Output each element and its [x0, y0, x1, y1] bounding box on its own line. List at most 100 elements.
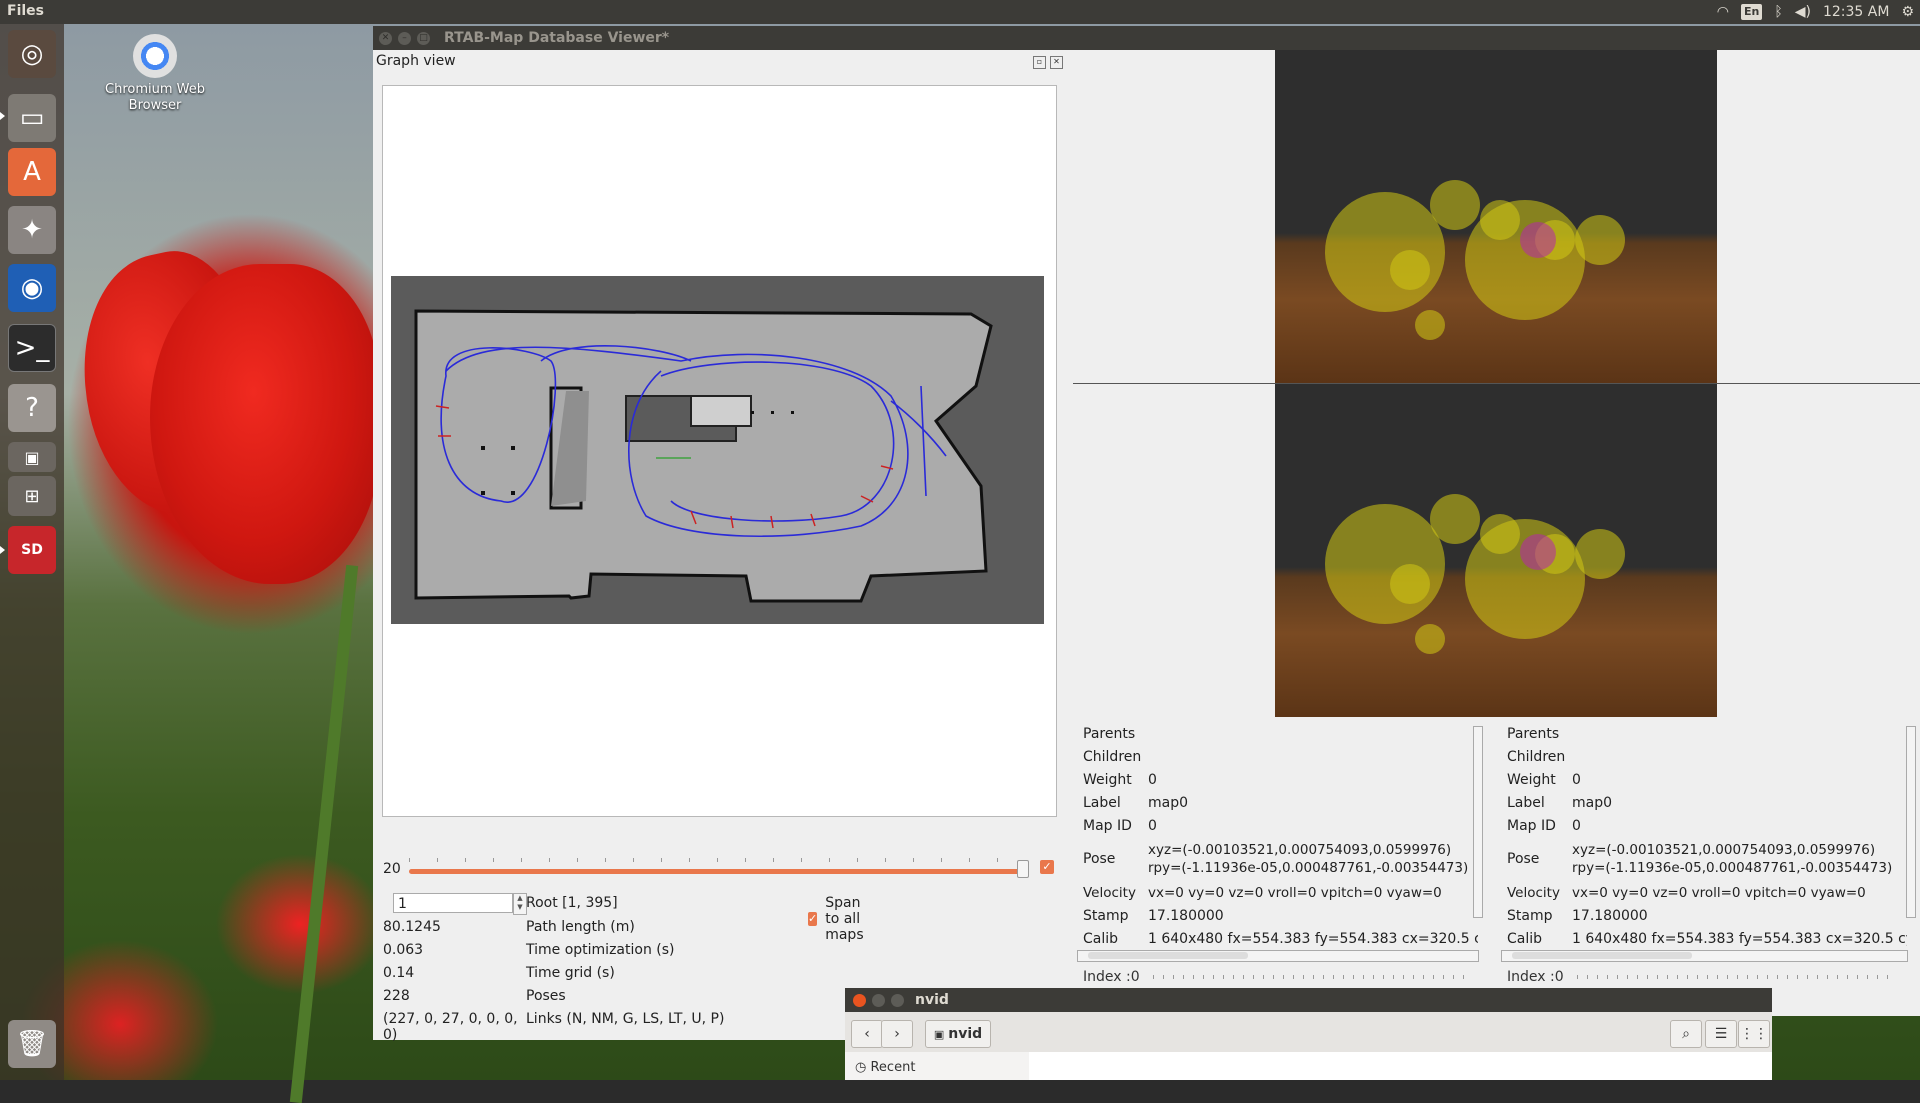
sd-card-icon[interactable]: SD	[8, 526, 56, 574]
close-icon[interactable]	[853, 994, 866, 1007]
clock[interactable]: 12:35 AM	[1823, 0, 1889, 24]
window-titlebar[interactable]: ✕ – □ RTAB-Map Database Viewer*	[373, 26, 1920, 50]
root-spinbox-arrows-icon[interactable]: ▲ ▼	[513, 893, 527, 915]
info-value: xyz=(-0.00103521,0.000754093,0.0599976)	[1572, 842, 1876, 858]
graph-slider[interactable]	[409, 869, 1023, 874]
files-window: nvid ‹ › ▣ nvid ⌕ ☰ ⋮⋮ ◷ Recent	[845, 988, 1772, 1080]
index-label: Index :0	[1083, 969, 1140, 985]
folder-icon: ▣	[933, 1027, 945, 1041]
firefox-icon[interactable]: ◉	[8, 264, 56, 312]
stat-label: Path length (m)	[526, 919, 635, 935]
info-value: 0	[1148, 772, 1157, 788]
files-icon[interactable]: ▭	[8, 94, 56, 142]
minimize-icon[interactable]: –	[398, 31, 411, 45]
clock-icon: ◷	[855, 1060, 867, 1075]
desktop-icon-label: Chromium Web Browser	[105, 82, 205, 113]
maximize-icon[interactable]	[891, 994, 904, 1007]
back-icon[interactable]: ‹	[851, 1020, 883, 1048]
rgb-image-bottom	[1275, 384, 1717, 717]
rtabmap-window: ✕ – □ RTAB-Map Database Viewer* Graph vi…	[373, 26, 1920, 1043]
stat-label: Time grid (s)	[526, 965, 615, 981]
list-view-icon[interactable]: ☰	[1705, 1020, 1737, 1048]
keyboard-layout-indicator[interactable]: En	[1740, 4, 1763, 20]
help-icon[interactable]: ?	[8, 384, 56, 432]
info-value: rpy=(-1.11936e-05,0.000487761,-0.0035447…	[1572, 860, 1893, 876]
close-icon[interactable]: ✕	[379, 31, 392, 45]
grid-view-icon[interactable]: ⋮⋮	[1738, 1020, 1770, 1048]
info-value: 0	[1572, 772, 1581, 788]
ubuntu-dash-icon[interactable]: ◎	[8, 30, 56, 78]
sidebar-item-label: Recent	[870, 1060, 916, 1075]
search-icon[interactable]: ⌕	[1670, 1020, 1702, 1048]
path-bar-button[interactable]: ▣ nvid	[925, 1020, 991, 1048]
graph-canvas[interactable]	[382, 85, 1057, 817]
info-scrollbar-vertical[interactable]	[1906, 726, 1916, 918]
info-key: Calib	[1507, 931, 1543, 947]
info-key: Map ID	[1083, 818, 1132, 834]
info-value: map0	[1572, 795, 1613, 811]
stat-value: 0.063	[383, 942, 424, 958]
info-value: 17.180000	[1148, 908, 1224, 924]
workspace-switcher-icon[interactable]: ⊞	[8, 476, 56, 516]
image-view-top[interactable]	[1073, 50, 1920, 383]
disk-icon[interactable]: ▣	[8, 442, 56, 472]
info-value: 0	[1148, 818, 1157, 834]
info-key: Map ID	[1507, 818, 1556, 834]
system-tray: ◠ En ᛒ ◀) 12:35 AM ⚙	[1717, 0, 1914, 24]
files-content[interactable]	[1029, 1052, 1772, 1080]
info-value: 1 640x480 fx=554.383 fy=554.383 cx=320.5…	[1148, 931, 1478, 947]
stat-value: 0.14	[383, 965, 415, 981]
occupancy-map[interactable]	[391, 276, 1044, 624]
poppy-stem	[289, 564, 359, 1103]
index-slider-row[interactable]: Index :0	[1083, 969, 1473, 985]
info-key: Children	[1507, 749, 1566, 765]
minimize-icon[interactable]	[872, 994, 885, 1007]
terminal-icon[interactable]: >_	[8, 324, 56, 372]
dock-title: Graph view	[376, 53, 456, 69]
node-info-left: Parents Children Weight 0 Label map0 Map I…	[1073, 718, 1487, 998]
settings-icon[interactable]: ⚙	[1901, 0, 1914, 24]
volume-icon[interactable]: ◀)	[1795, 0, 1811, 24]
index-slider[interactable]	[1153, 975, 1473, 979]
info-key: Weight	[1507, 772, 1556, 788]
forward-icon[interactable]: ›	[881, 1020, 913, 1048]
wifi-icon[interactable]: ◠	[1717, 0, 1729, 24]
info-key: Label	[1507, 795, 1545, 811]
info-value: xyz=(-0.00103521,0.000754093,0.0599976)	[1148, 842, 1452, 858]
info-value: vx=0 vy=0 vz=0 vroll=0 vpitch=0 vyaw=0	[1572, 885, 1866, 901]
info-key: Stamp	[1507, 908, 1553, 924]
graph-slider-handle[interactable]	[1017, 860, 1029, 878]
info-scrollbar-horizontal[interactable]	[1077, 950, 1479, 962]
info-scrollbar-vertical[interactable]	[1473, 726, 1483, 918]
image-view-bottom[interactable]	[1073, 384, 1920, 741]
stat-value: 80.1245	[383, 919, 441, 935]
root-spinbox-input[interactable]: 1	[393, 893, 513, 913]
trash-icon[interactable]: 🗑	[8, 1020, 56, 1068]
desktop-icon-chromium[interactable]: Chromium Web Browser	[95, 34, 215, 114]
info-key: Label	[1083, 795, 1121, 811]
maximize-icon[interactable]: □	[417, 31, 430, 45]
rgb-image-top	[1275, 50, 1717, 383]
poppy-petal	[150, 264, 380, 584]
launcher: ◎ ▭ A ✦ ◉ >_ ? ▣ ⊞ SD 🗑	[0, 24, 64, 1080]
index-slider-row[interactable]: Index :0	[1507, 969, 1897, 985]
info-value: 17.180000	[1572, 908, 1648, 924]
info-key: Parents	[1083, 726, 1136, 742]
info-key: Weight	[1083, 772, 1132, 788]
index-slider[interactable]	[1577, 975, 1897, 979]
graph-view-dock: Graph view ▫ ✕ 20 ✓ 1 ▲ ▼ Root [1, 395] …	[373, 50, 1073, 1043]
info-scrollbar-horizontal[interactable]	[1501, 950, 1908, 962]
float-dock-icon[interactable]: ▫	[1033, 56, 1046, 69]
info-value: vx=0 vy=0 vz=0 vroll=0 vpitch=0 vyaw=0	[1148, 885, 1442, 901]
close-dock-icon[interactable]: ✕	[1050, 56, 1063, 69]
slider-ticks	[409, 858, 1023, 862]
bluetooth-icon[interactable]: ᛒ	[1774, 0, 1782, 24]
system-settings-icon[interactable]: ✦	[8, 206, 56, 254]
info-key: Calib	[1083, 931, 1119, 947]
slider-checkbox[interactable]: ✓	[1040, 860, 1054, 874]
active-app-name: Files	[7, 3, 44, 19]
stat-value: (227, 0, 27, 0, 0, 0, 0)	[383, 1011, 518, 1043]
sidebar-item-recent[interactable]: ◷ Recent	[855, 1060, 915, 1075]
software-center-icon[interactable]: A	[8, 148, 56, 196]
info-key: Velocity	[1507, 885, 1560, 901]
